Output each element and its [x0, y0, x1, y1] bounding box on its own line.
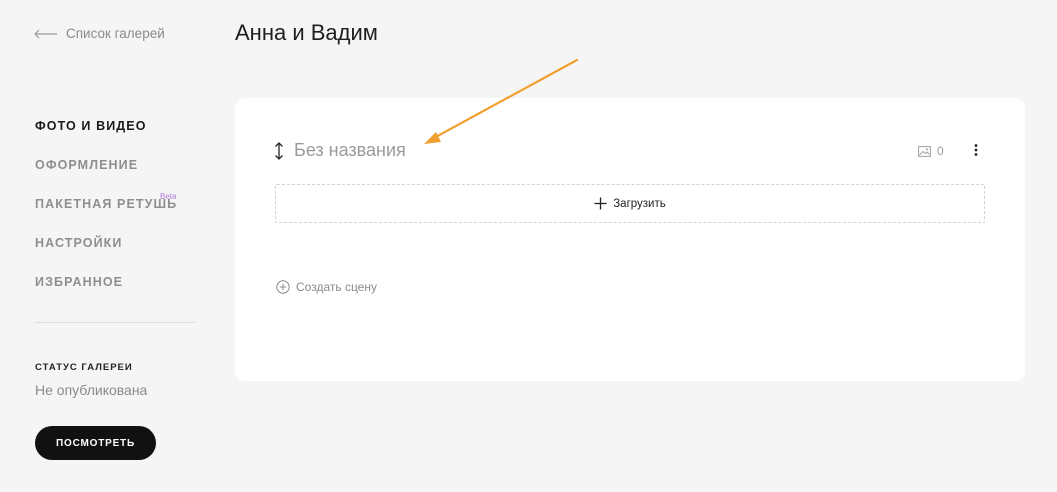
sidebar-item-batch-retouch[interactable]: ПАКЕТНАЯ РЕТУШЬ Beta [35, 192, 178, 235]
beta-badge: Beta [160, 192, 177, 201]
plus-circle-icon [276, 280, 290, 294]
photo-count: 0 [918, 144, 944, 158]
scene-card: Без названия 0 Загрузить Создать сцену [235, 98, 1025, 381]
sidebar-item-photo-video[interactable]: ФОТО И ВИДЕО [35, 118, 177, 157]
gallery-status-label: СТАТУС ГАЛЕРЕИ [35, 362, 133, 373]
create-scene-label: Создать сцену [296, 280, 377, 294]
view-gallery-button[interactable]: ПОСМОТРЕТЬ [35, 426, 156, 460]
sidebar-item-label: ФОТО И ВИДЕО [35, 119, 147, 133]
sidebar-item-label: ОФОРМЛЕНИЕ [35, 158, 139, 172]
sidebar-item-label: НАСТРОЙКИ [35, 236, 123, 250]
image-icon [918, 145, 931, 157]
back-to-gallery-list[interactable]: Список галерей [34, 26, 165, 41]
back-link-label: Список галерей [66, 26, 165, 41]
sidebar-item-design[interactable]: ОФОРМЛЕНИЕ [35, 157, 177, 196]
gallery-status-value: Не опубликована [35, 382, 148, 398]
page-title: Анна и Вадим [235, 20, 378, 45]
scene-name-input[interactable]: Без названия [294, 140, 406, 161]
drag-handle-icon[interactable] [274, 141, 284, 161]
photo-count-value: 0 [937, 144, 944, 158]
sidebar-item-favorites[interactable]: ИЗБРАННОЕ [35, 274, 177, 313]
upload-button[interactable]: Загрузить [275, 184, 985, 223]
sidebar-nav: ФОТО И ВИДЕО ОФОРМЛЕНИЕ ПАКЕТНАЯ РЕТУШЬ … [35, 118, 177, 313]
more-vertical-icon[interactable] [973, 143, 979, 157]
upload-label: Загрузить [613, 197, 666, 210]
sidebar-divider [35, 322, 195, 323]
back-arrow-icon [34, 29, 57, 38]
plus-icon [594, 197, 607, 210]
sidebar-item-settings[interactable]: НАСТРОЙКИ [35, 235, 177, 274]
sidebar-item-label: ИЗБРАННОЕ [35, 275, 124, 289]
create-scene-button[interactable]: Создать сцену [276, 280, 377, 294]
sidebar-item-label: ПАКЕТНАЯ РЕТУШЬ [35, 197, 178, 211]
